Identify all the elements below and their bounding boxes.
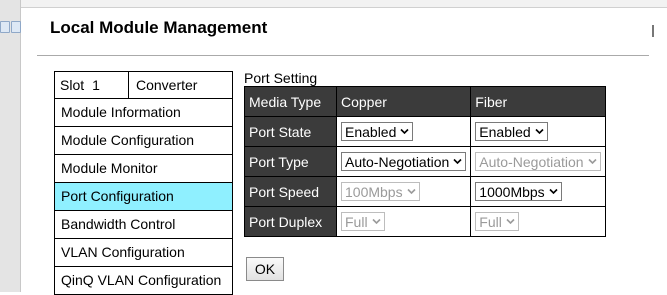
slot-label: Slot bbox=[60, 77, 85, 93]
port-type-copper-cell: Auto-Negotiation bbox=[335, 146, 472, 177]
chevron-down-icon bbox=[588, 158, 597, 165]
left-frame-strip bbox=[0, 0, 21, 292]
port-state-fiber-cell: Enabled bbox=[470, 116, 606, 147]
port-type-copper-select[interactable]: Auto-Negotiation bbox=[341, 152, 467, 171]
port-type-label: Port Type bbox=[244, 146, 337, 177]
ok-button[interactable]: OK bbox=[246, 257, 284, 281]
port-duplex-fiber-cell: Full bbox=[470, 206, 606, 237]
chevron-down-icon bbox=[535, 128, 544, 135]
port-state-copper-cell: Enabled bbox=[335, 116, 472, 147]
table-row: Port State Enabled Enabled bbox=[244, 116, 606, 147]
module-menu: Slot 1 Converter Module Information Modul… bbox=[54, 71, 233, 295]
port-type-fiber-select: Auto-Negotiation bbox=[475, 152, 601, 171]
port-speed-copper-select: 100Mbps bbox=[341, 182, 420, 201]
port-duplex-fiber-select: Full bbox=[475, 212, 519, 231]
port-type-copper-value: Auto-Negotiation bbox=[345, 153, 450, 170]
port-setting-table: Media Type Copper Fiber Port State Enable… bbox=[244, 86, 606, 237]
table-header-row: Media Type Copper Fiber bbox=[244, 86, 606, 117]
chevron-down-icon bbox=[400, 128, 409, 135]
port-state-fiber-select[interactable]: Enabled bbox=[475, 122, 548, 141]
slot-cell[interactable]: Slot 1 bbox=[55, 72, 129, 98]
collapse-arrow-icon[interactable] bbox=[0, 21, 10, 33]
port-state-fiber-value: Enabled bbox=[479, 123, 531, 140]
menu-item-qinq-vlan-configuration[interactable]: QinQ VLAN Configuration bbox=[55, 267, 232, 294]
table-row: Port Type Auto-Negotiation Auto-Negotiatio… bbox=[244, 146, 606, 177]
port-type-fiber-cell: Auto-Negotiation bbox=[470, 146, 606, 177]
chevron-down-icon bbox=[453, 158, 462, 165]
port-speed-fiber-value: 1000Mbps bbox=[479, 183, 545, 200]
fiber-header: Fiber bbox=[470, 86, 606, 117]
right-edge-marker bbox=[652, 25, 654, 37]
chevron-down-icon bbox=[506, 218, 515, 225]
expand-arrow-icon[interactable] bbox=[11, 21, 21, 33]
port-state-copper-select[interactable]: Enabled bbox=[341, 122, 414, 141]
title-divider bbox=[37, 55, 649, 56]
port-duplex-copper-cell: Full bbox=[335, 206, 472, 237]
chevron-down-icon bbox=[549, 188, 558, 195]
chevron-down-icon bbox=[371, 218, 381, 225]
port-setting-label: Port Setting bbox=[244, 70, 318, 86]
chevron-down-icon bbox=[407, 188, 416, 195]
converter-cell[interactable]: Converter bbox=[129, 72, 232, 98]
port-state-copper-value: Enabled bbox=[345, 123, 397, 140]
media-type-header: Media Type bbox=[244, 86, 337, 117]
port-state-label: Port State bbox=[244, 116, 337, 147]
port-speed-fiber-select[interactable]: 1000Mbps bbox=[475, 182, 562, 201]
menu-item-module-monitor[interactable]: Module Monitor bbox=[55, 155, 232, 183]
port-speed-copper-cell: 100Mbps bbox=[335, 176, 472, 207]
page-title: Local Module Management bbox=[50, 18, 268, 37]
port-speed-fiber-cell: 1000Mbps bbox=[470, 176, 606, 207]
menu-item-vlan-configuration[interactable]: VLAN Configuration bbox=[55, 239, 232, 267]
port-duplex-fiber-value: Full bbox=[479, 213, 502, 230]
port-duplex-copper-select: Full bbox=[341, 212, 385, 231]
menu-item-bandwidth-control[interactable]: Bandwidth Control bbox=[55, 211, 232, 239]
port-type-fiber-value: Auto-Negotiation bbox=[479, 153, 584, 170]
port-duplex-label: Port Duplex bbox=[244, 206, 337, 237]
top-frame-bar bbox=[21, 0, 667, 8]
menu-item-module-information[interactable]: Module Information bbox=[55, 99, 232, 127]
port-speed-copper-value: 100Mbps bbox=[345, 183, 403, 200]
copper-header: Copper bbox=[335, 86, 472, 117]
slot-number: 1 bbox=[92, 77, 100, 93]
menu-item-module-configuration[interactable]: Module Configuration bbox=[55, 127, 232, 155]
table-row: Port Speed 100Mbps 1000Mbps bbox=[244, 176, 606, 207]
port-speed-label: Port Speed bbox=[244, 176, 337, 207]
port-duplex-copper-value: Full bbox=[345, 213, 368, 230]
table-row: Port Duplex Full Full bbox=[244, 206, 606, 237]
menu-header: Slot 1 Converter bbox=[55, 72, 232, 99]
menu-item-port-configuration[interactable]: Port Configuration bbox=[55, 183, 232, 211]
